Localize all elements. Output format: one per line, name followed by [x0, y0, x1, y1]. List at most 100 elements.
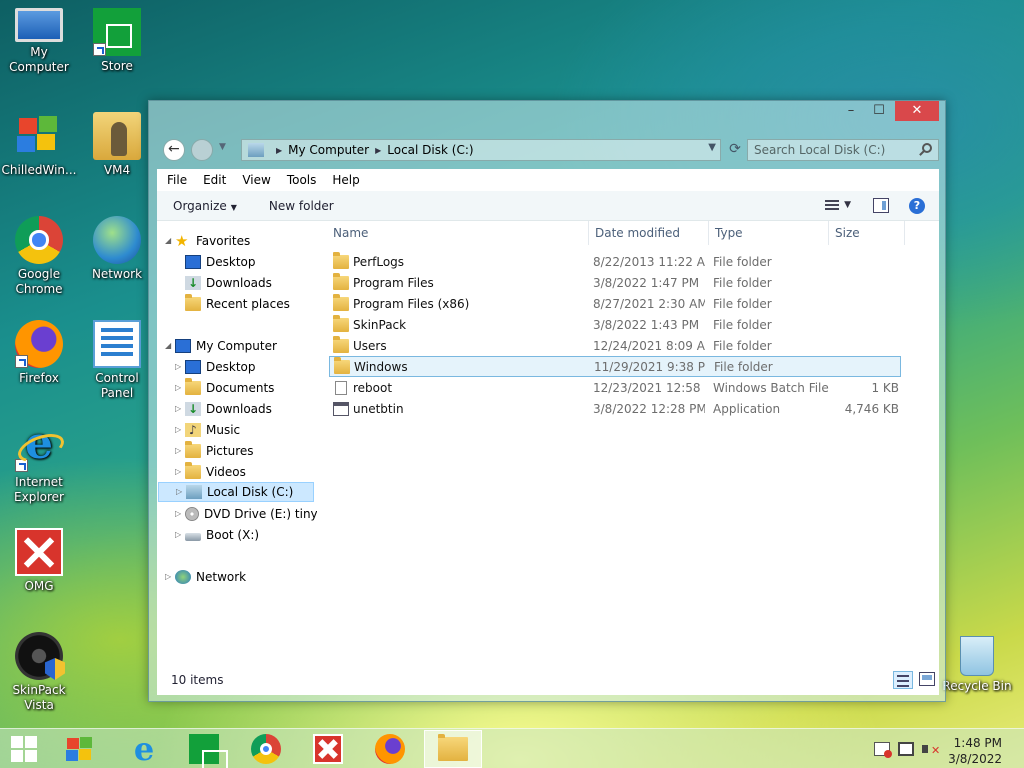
new-folder-button[interactable]: New folder: [253, 199, 350, 213]
expand-arrow-icon[interactable]: ▷: [175, 525, 185, 545]
file-row-reboot[interactable]: reboot 12/23/2021 12:58 ... Windows Batc…: [329, 378, 901, 399]
column-header-date[interactable]: Date modified: [589, 221, 709, 245]
column-header-size[interactable]: Size: [829, 221, 905, 245]
tree-item-dvd-drive[interactable]: ▷ DVD Drive (E:) tiny10: [175, 504, 317, 524]
menu-edit[interactable]: Edit: [195, 173, 234, 187]
tree-item-music[interactable]: ▷ Music: [175, 420, 240, 440]
system-clock[interactable]: 1:48 PM 3/8/2022: [948, 735, 1002, 767]
action-center-flag-icon[interactable]: [874, 742, 892, 758]
taskbar-internet-explorer[interactable]: e: [122, 733, 166, 765]
network-status-icon[interactable]: [898, 742, 914, 756]
menu-tools[interactable]: Tools: [279, 173, 325, 187]
expand-arrow-icon[interactable]: ▷: [176, 482, 186, 502]
file-name: Program Files: [353, 276, 434, 290]
desktop-icon-omg[interactable]: OMG: [0, 528, 78, 594]
menu-help[interactable]: Help: [324, 173, 367, 187]
tree-item-favorites-downloads[interactable]: Downloads: [185, 273, 272, 293]
star-icon: ★: [175, 232, 189, 250]
volume-muted-icon[interactable]: ✕: [922, 742, 940, 757]
desktop-icon-skinpack-vista[interactable]: SkinPack Vista: [0, 632, 78, 713]
expand-arrow-icon[interactable]: ▷: [175, 441, 185, 461]
taskbar-store[interactable]: [182, 733, 228, 768]
search-input[interactable]: Search Local Disk (C:): [747, 139, 939, 161]
file-name: Windows: [354, 360, 408, 374]
chevron-down-icon[interactable]: ▼: [708, 142, 716, 153]
desktop-icon-label: Control Panel: [95, 371, 139, 400]
desktop-icon-chilledwin[interactable]: ChilledWin...: [0, 112, 78, 178]
tree-item-boot[interactable]: ▷ Boot (X:): [175, 525, 259, 545]
tree-item-documents[interactable]: ▷ Documents: [175, 378, 274, 398]
tree-item-favorites-desktop[interactable]: Desktop: [185, 252, 256, 272]
column-header-name[interactable]: Name: [327, 221, 589, 245]
recent-locations-dropdown[interactable]: ▼: [219, 142, 226, 152]
desktop-icon-store[interactable]: Store: [78, 8, 156, 74]
file-row-unetbtin[interactable]: unetbtin 3/8/2022 12:28 PM Application 4…: [329, 399, 901, 420]
maximize-button[interactable]: ☐: [865, 101, 893, 121]
desktop-icon-my-computer[interactable]: My Computer: [0, 8, 78, 75]
expand-arrow-icon[interactable]: ▷: [175, 420, 185, 440]
breadcrumb-separator[interactable]: ▶: [375, 146, 381, 155]
taskbar-chrome[interactable]: [244, 733, 288, 765]
desktop-icon-control-panel[interactable]: Control Panel: [78, 320, 156, 401]
desktop-icon-firefox[interactable]: Firefox: [0, 320, 78, 386]
search-icon[interactable]: [922, 143, 932, 153]
expand-arrow-icon[interactable]: ▷: [175, 378, 185, 398]
taskbar-chilledwin[interactable]: [58, 733, 102, 765]
taskbar-firefox[interactable]: [368, 733, 412, 765]
file-date: 3/8/2022 1:43 PM: [593, 318, 700, 332]
file-row-program-files[interactable]: Program Files 3/8/2022 1:47 PM File fold…: [329, 273, 901, 294]
desktop-icon-vm4[interactable]: VM4: [78, 112, 156, 178]
change-view-icon[interactable]: [825, 200, 839, 212]
desktop-icon-recycle-bin[interactable]: Recycle Bin: [938, 632, 1016, 694]
tree-item-favorites[interactable]: ◢ ★ Favorites: [165, 231, 250, 251]
start-button[interactable]: [2, 733, 46, 765]
computer-icon: [175, 339, 191, 353]
chevron-down-icon[interactable]: ▼: [844, 200, 851, 210]
forward-button[interactable]: [191, 139, 213, 161]
file-row-windows[interactable]: Windows 11/29/2021 9:38 PM File folder: [329, 356, 901, 377]
file-row-perflogs[interactable]: PerfLogs 8/22/2013 11:22 AM File folder: [329, 252, 901, 273]
expand-arrow-icon[interactable]: ▷: [175, 462, 185, 482]
menu-file[interactable]: File: [159, 173, 195, 187]
expand-arrow-icon[interactable]: ▷: [175, 357, 185, 377]
breadcrumb-local-disk[interactable]: Local Disk (C:): [387, 143, 473, 157]
tree-item-videos[interactable]: ▷ Videos: [175, 462, 246, 482]
expand-arrow-icon[interactable]: ◢: [165, 336, 175, 356]
preview-pane-icon[interactable]: [873, 198, 889, 213]
file-row-program-files-x86[interactable]: Program Files (x86) 8/27/2021 2:30 AM Fi…: [329, 294, 901, 315]
menu-view[interactable]: View: [234, 173, 278, 187]
expand-arrow-icon[interactable]: ▷: [175, 504, 185, 524]
close-button[interactable]: ✕: [895, 101, 939, 121]
breadcrumb-my-computer[interactable]: My Computer: [288, 143, 369, 157]
tree-item-my-computer[interactable]: ◢ My Computer: [165, 336, 277, 356]
file-row-skinpack[interactable]: SkinPack 3/8/2022 1:43 PM File folder: [329, 315, 901, 336]
tree-item-local-disk[interactable]: ▷ Local Disk (C:): [158, 482, 314, 502]
refresh-button[interactable]: ⟳: [725, 141, 745, 159]
organize-button[interactable]: Organize ▼: [157, 199, 253, 213]
tree-item-pictures[interactable]: ▷ Pictures: [175, 441, 254, 461]
expand-arrow-icon[interactable]: ▷: [165, 567, 175, 587]
help-icon[interactable]: ?: [909, 198, 925, 214]
expand-arrow-icon[interactable]: ◢: [165, 231, 175, 251]
details-view-icon[interactable]: [893, 671, 913, 689]
tree-item-recent-places[interactable]: Recent places: [185, 294, 290, 314]
desktop-icon-google-chrome[interactable]: Google Chrome: [0, 216, 78, 297]
column-header-type[interactable]: Type: [709, 221, 829, 245]
back-button[interactable]: [163, 139, 185, 161]
taskbar-omg[interactable]: [306, 733, 350, 765]
internet-explorer-icon: e: [133, 730, 155, 768]
file-row-users[interactable]: Users 12/24/2021 8:09 AM File folder: [329, 336, 901, 357]
large-icons-view-icon[interactable]: [919, 672, 935, 686]
breadcrumb-separator[interactable]: ▶: [276, 146, 282, 155]
explorer-window: – ☐ ✕ ▼ ▶ My Computer ▶ Local Disk (C:) …: [148, 100, 946, 702]
desktop-icon-network[interactable]: Network: [78, 216, 156, 282]
expand-arrow-icon[interactable]: ▷: [175, 399, 185, 419]
tree-item-network[interactable]: ▷ Network: [165, 567, 246, 587]
address-bar[interactable]: ▶ My Computer ▶ Local Disk (C:) ▼: [241, 139, 721, 161]
tree-item-desktop[interactable]: ▷ Desktop: [175, 357, 256, 377]
minimize-button[interactable]: –: [837, 101, 865, 121]
taskbar-file-explorer[interactable]: [424, 730, 482, 768]
tree-item-downloads[interactable]: ▷ Downloads: [175, 399, 272, 419]
file-type: File folder: [713, 318, 772, 332]
desktop-icon-internet-explorer[interactable]: Internet Explorer: [0, 418, 78, 505]
